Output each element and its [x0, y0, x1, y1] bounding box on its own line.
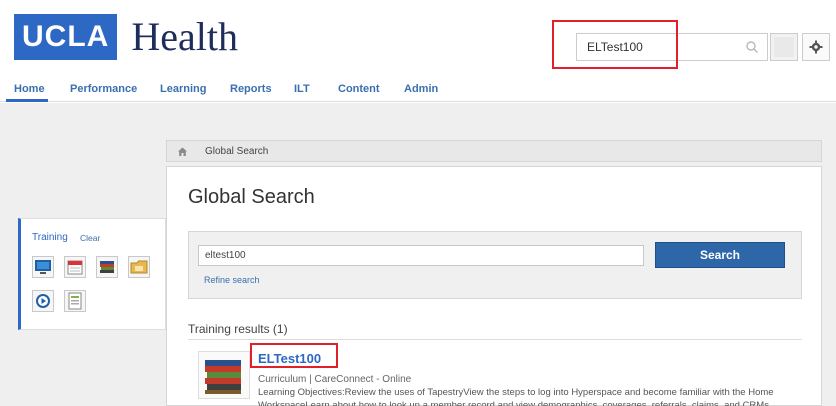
monitor-icon [35, 260, 51, 274]
folder-icon [130, 260, 148, 274]
nav-admin[interactable]: Admin [404, 83, 438, 95]
tile-monitor[interactable] [32, 256, 54, 278]
divider [188, 339, 802, 340]
user-avatar-icon [774, 37, 794, 57]
document-icon [68, 292, 82, 310]
results-heading: Training results (1) [188, 322, 288, 336]
training-label: Training [32, 232, 68, 243]
home-icon[interactable] [177, 146, 188, 157]
tile-calendar[interactable] [64, 256, 86, 278]
refine-search-link[interactable]: Refine search [204, 275, 260, 285]
nav-active-indicator [6, 99, 48, 102]
books-icon [100, 261, 114, 273]
search-highlight-box [552, 20, 678, 69]
result-thumbnail[interactable] [198, 351, 250, 399]
nav-reports[interactable]: Reports [230, 83, 272, 95]
tile-books[interactable] [96, 256, 118, 278]
logo[interactable]: UCLA Health [14, 12, 238, 62]
tile-document[interactable] [64, 290, 86, 312]
nav-ilt[interactable]: ILT [294, 83, 310, 95]
breadcrumb-label: Global Search [205, 146, 269, 157]
nav-content[interactable]: Content [338, 83, 380, 95]
breadcrumb: Global Search [166, 140, 822, 162]
tile-folder[interactable] [128, 256, 150, 278]
result-highlight-box [250, 343, 338, 368]
gear-icon [809, 40, 823, 54]
logo-box: UCLA [14, 14, 118, 60]
settings-button[interactable] [802, 33, 830, 61]
search-icon[interactable] [745, 40, 759, 54]
nav-home[interactable]: Home [14, 83, 45, 95]
books-icon [205, 360, 241, 394]
search-button[interactable]: Search [655, 242, 785, 268]
clear-link[interactable]: Clear [80, 233, 100, 243]
result-description: Learning Objectives:Review the uses of T… [258, 387, 774, 406]
logo-word: Health [131, 14, 238, 59]
header: UCLA Health [0, 0, 836, 78]
nav-performance[interactable]: Performance [70, 83, 137, 95]
page-title: Global Search [188, 186, 315, 208]
tile-video[interactable] [32, 290, 54, 312]
main-nav: Home Performance Learning Reports ILT Co… [0, 78, 836, 102]
nav-learning[interactable]: Learning [160, 83, 206, 95]
result-meta: Curriculum | CareConnect - Online [258, 374, 412, 385]
user-avatar[interactable] [770, 33, 798, 61]
video-icon [36, 294, 50, 308]
global-search-field[interactable] [198, 245, 644, 266]
calendar-icon [67, 260, 83, 275]
